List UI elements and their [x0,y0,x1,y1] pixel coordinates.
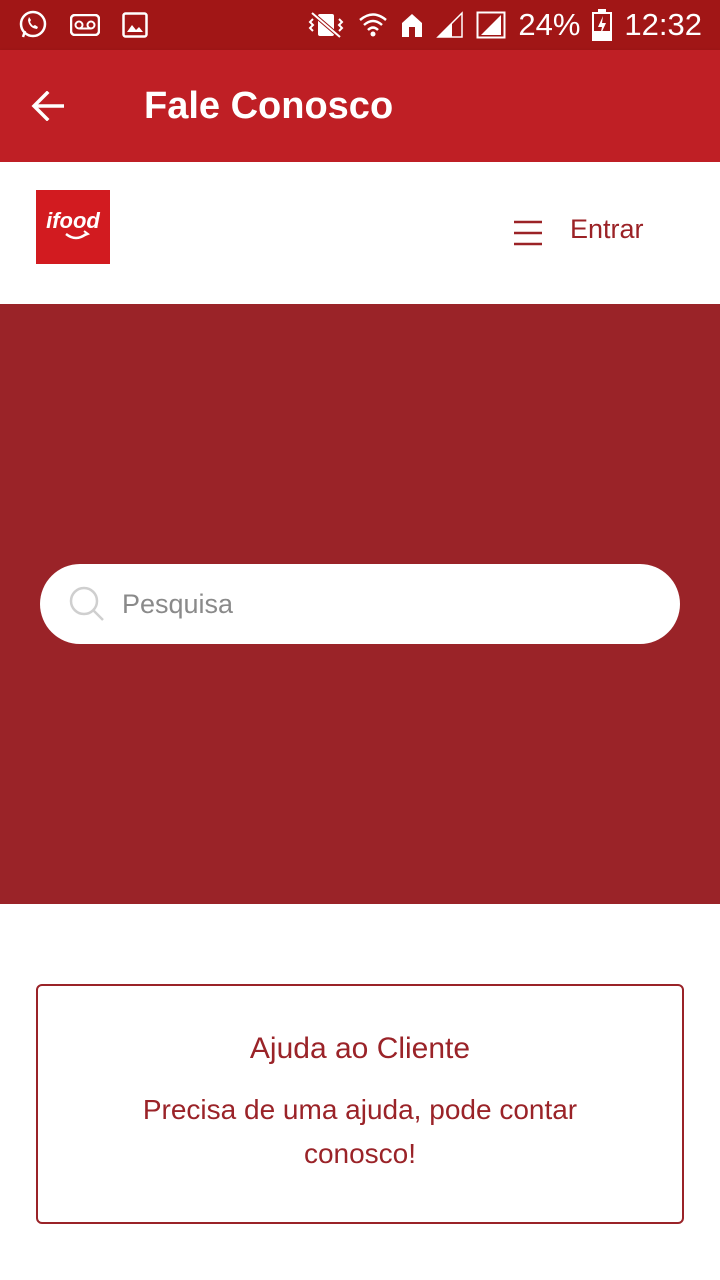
image-icon [122,12,148,38]
help-card-description: Precisa de uma ajuda, pode contar conosc… [142,1094,578,1169]
hero-banner [0,304,720,904]
help-card-title: Ajuda ao Cliente [249,1032,471,1065]
status-bar: 24% 12:32 [0,0,720,50]
clock: 12:32 [624,7,702,42]
signal-icon [436,11,464,39]
help-card[interactable]: Ajuda ao Cliente Precisa de uma ajuda, p… [36,984,684,1224]
login-link[interactable]: Entrar [570,214,644,245]
search-bar[interactable] [40,564,680,644]
back-button[interactable] [0,50,96,162]
search-icon [68,585,106,623]
hamburger-menu-icon[interactable] [510,218,546,248]
vibrate-mute-icon [306,11,346,39]
page-title: Fale Conosco [144,84,394,127]
site-header: ifood Entrar [0,162,720,304]
app-bar: Fale Conosco [0,50,720,162]
notification-icons [18,10,170,40]
home-icon [400,11,424,39]
ifood-logo[interactable]: ifood [36,190,110,264]
voicemail-icon [70,14,100,36]
battery-percent: 24% [518,7,581,42]
wifi-icon [358,11,388,39]
arrow-left-icon [31,91,64,121]
signal-full-icon [476,11,506,39]
svg-text:ifood: ifood [46,208,100,233]
battery-charging-icon [592,9,613,41]
system-indicators: 24% 12:32 [294,7,702,43]
search-input[interactable] [122,588,642,620]
whatsapp-icon [18,10,48,40]
